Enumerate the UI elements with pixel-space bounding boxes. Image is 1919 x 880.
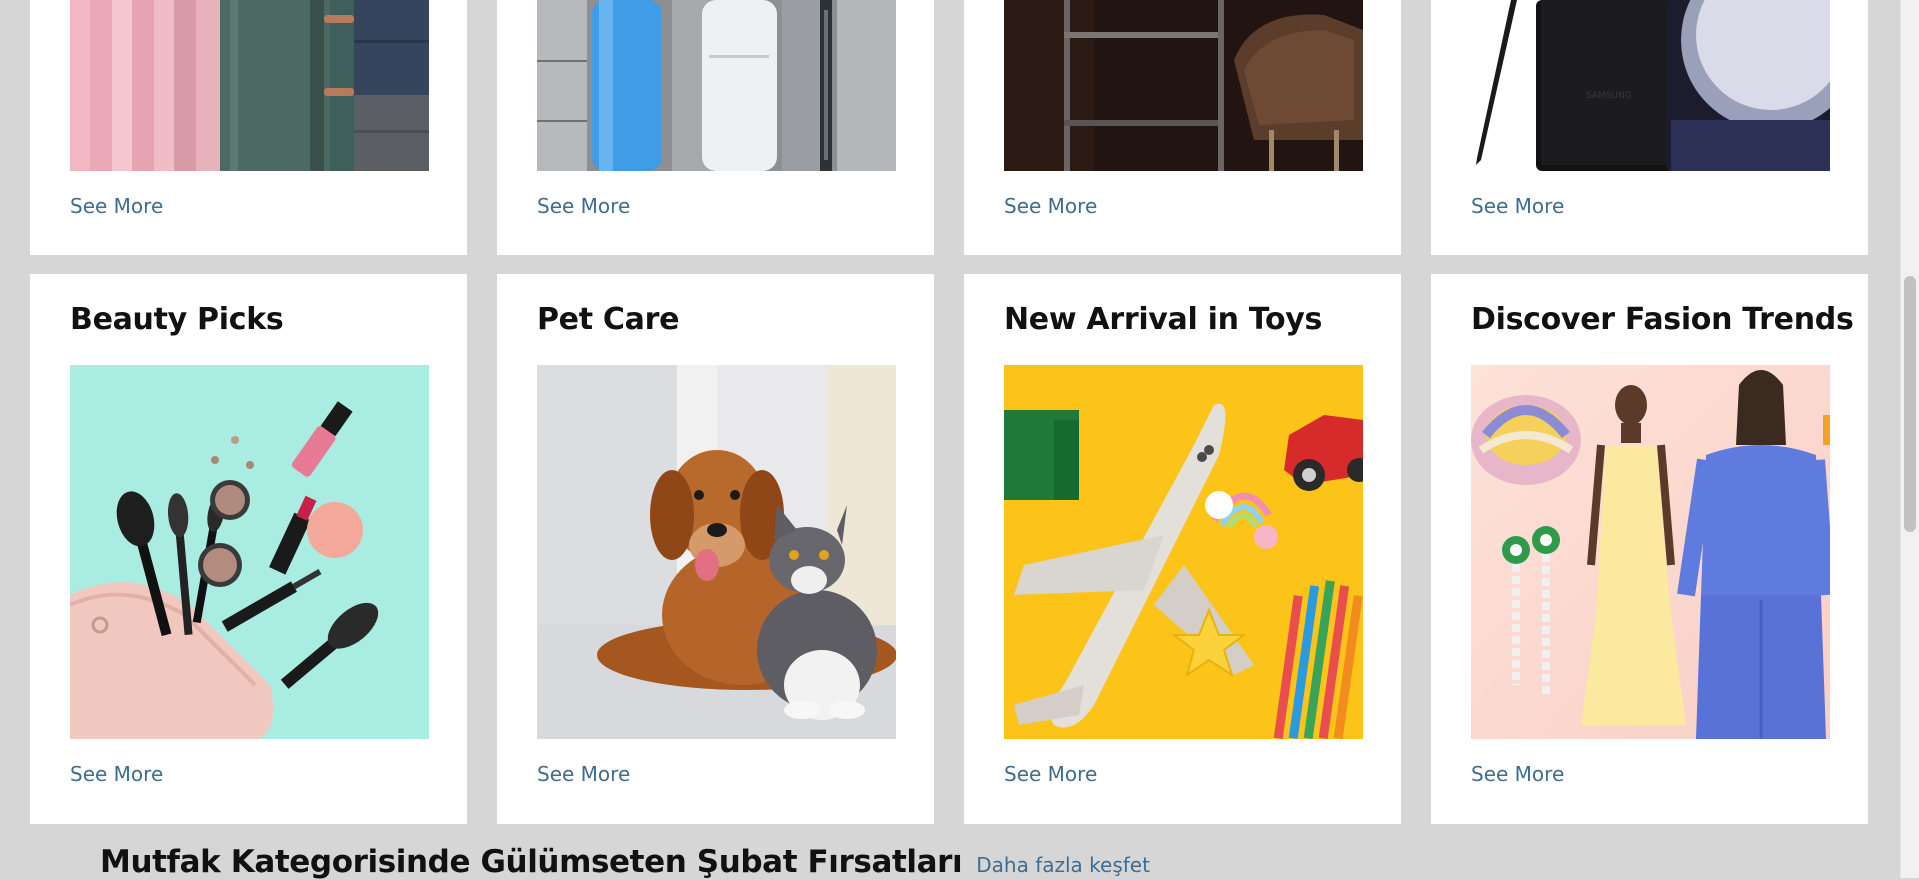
discover-more-link[interactable]: Daha fazla keşfet — [976, 853, 1150, 877]
card-title: Beauty Picks — [70, 302, 284, 337]
category-card: See More — [30, 0, 467, 255]
category-card: See More — [964, 0, 1401, 255]
see-more-link[interactable]: See More — [70, 762, 163, 786]
card-title: Discover Fasion Trends — [1471, 302, 1854, 337]
see-more-link[interactable]: See More — [70, 194, 163, 218]
promo-section-title: Mutfak Kategorisinde Gülümseten Şubat Fı… — [100, 844, 963, 880]
smartphone-image[interactable]: SAMSUNG — [1471, 0, 1830, 171]
see-more-link[interactable]: See More — [1471, 194, 1564, 218]
vertical-scrollbar[interactable] — [1900, 0, 1919, 878]
category-card: SAMSUNG See More — [1431, 0, 1868, 255]
category-card-fashion: Discover Fasion Trends See More — [1431, 274, 1868, 824]
see-more-link[interactable]: See More — [1004, 194, 1097, 218]
category-card-beauty: Beauty Picks See More — [30, 274, 467, 824]
category-grid: See More See More See More SAMSUNG See M… — [0, 0, 1900, 880]
svg-text:SAMSUNG: SAMSUNG — [1586, 91, 1632, 101]
category-card-pet-care: Pet Care See More — [497, 274, 934, 824]
promo-section-header: Mutfak Kategorisinde Gülümseten Şubat Fı… — [100, 844, 1150, 880]
see-more-link[interactable]: See More — [537, 762, 630, 786]
card-title: Pet Care — [537, 302, 680, 337]
toy-airplane-image[interactable] — [1004, 365, 1363, 739]
category-card: See More — [497, 0, 934, 255]
fashion-models-image[interactable] — [1471, 365, 1830, 739]
furniture-chair-image[interactable] — [1004, 0, 1363, 171]
dog-and-cat-image[interactable] — [537, 365, 896, 739]
see-more-link[interactable]: See More — [537, 194, 630, 218]
scrollbar-thumb[interactable] — [1904, 276, 1916, 532]
card-title: New Arrival in Toys — [1004, 302, 1323, 337]
home-appliance-image[interactable] — [537, 0, 896, 171]
see-more-link[interactable]: See More — [1004, 762, 1097, 786]
category-card-toys: New Arrival in Toys See More — [964, 274, 1401, 824]
textile-towels-image[interactable] — [70, 0, 429, 171]
see-more-link[interactable]: See More — [1471, 762, 1564, 786]
makeup-brushes-image[interactable] — [70, 365, 429, 739]
